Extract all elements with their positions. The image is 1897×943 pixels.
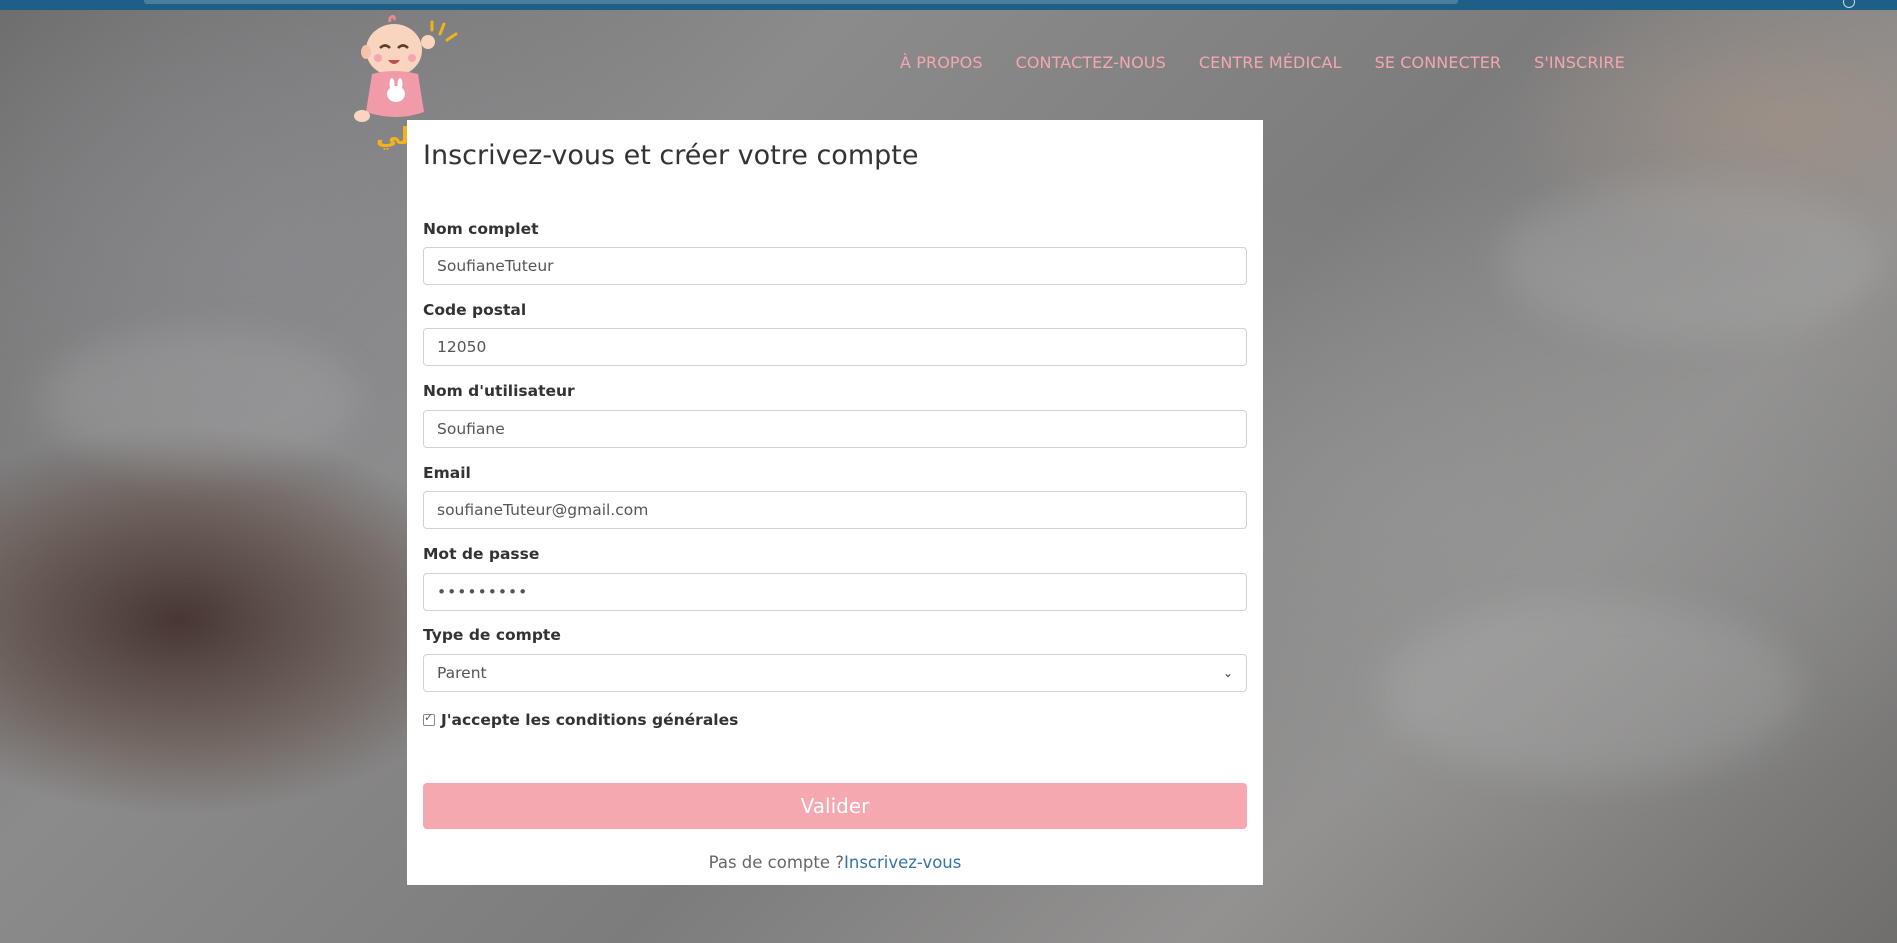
terms-row: ✓ J'accepte les conditions générales	[423, 711, 738, 729]
password-label: Mot de passe	[423, 545, 540, 563]
username-input[interactable]	[423, 410, 1247, 448]
full-name-input[interactable]	[423, 247, 1247, 285]
footer-text: Pas de compte ?	[708, 853, 844, 872]
top-indicator-icon	[1843, 0, 1855, 8]
background-fold	[1500, 180, 1880, 340]
signup-link[interactable]: Inscrivez-vous	[844, 853, 961, 872]
username-label: Nom d'utilisateur	[423, 382, 575, 400]
nav-item-contact[interactable]: CONTACTEZ-NOUS	[1016, 53, 1166, 72]
terms-label: J'accepte les conditions générales	[441, 711, 739, 729]
page-title: Inscrivez-vous et créer votre compte	[423, 140, 919, 171]
signup-footer: Pas de compte ?Inscrivez-vous	[407, 853, 1263, 872]
email-input[interactable]	[423, 491, 1247, 529]
checkmark-icon: ✓	[424, 711, 434, 724]
chevron-down-icon: ⌄	[1222, 666, 1233, 680]
background-fold	[1380, 600, 1800, 780]
password-input[interactable]	[423, 573, 1247, 611]
background-fold	[40, 330, 360, 470]
top-scroll-track	[144, 0, 1458, 4]
postal-code-input[interactable]	[423, 328, 1247, 366]
nav-item-login[interactable]: SE CONNECTER	[1375, 53, 1502, 72]
terms-checkbox[interactable]: ✓	[423, 711, 435, 726]
email-label: Email	[423, 464, 471, 482]
account-type-label: Type de compte	[423, 626, 561, 644]
nav-item-signup[interactable]: S'INSCRIRE	[1534, 53, 1625, 72]
account-type-select[interactable]: Parent ⌄	[423, 654, 1247, 692]
signup-card: Inscrivez-vous et créer votre compte Nom…	[407, 120, 1263, 885]
account-type-value: Parent	[437, 664, 487, 682]
nav-item-about[interactable]: À PROPOS	[900, 53, 983, 72]
browser-top-bar	[0, 0, 1897, 10]
full-name-label: Nom complet	[423, 220, 539, 238]
postal-code-label: Code postal	[423, 301, 527, 319]
nav-item-medical-center[interactable]: CENTRE MÉDICAL	[1199, 53, 1342, 72]
main-nav: À PROPOS CONTACTEZ-NOUS CENTRE MÉDICAL S…	[900, 53, 1658, 72]
submit-button[interactable]: Valider	[423, 783, 1247, 829]
